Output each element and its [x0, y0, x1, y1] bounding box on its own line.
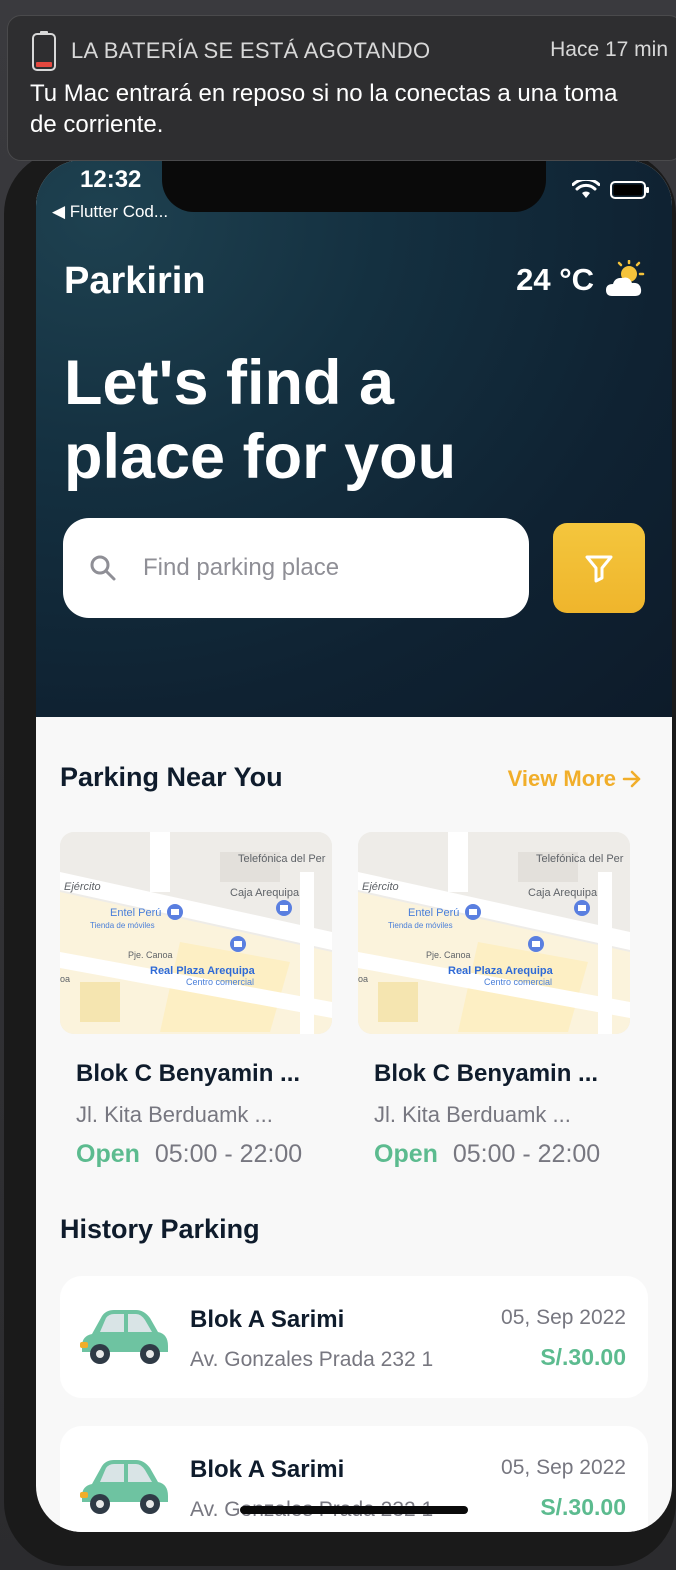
status-icons — [572, 180, 650, 200]
map-thumbnail: Telefónica del Per Ejército Caja Arequip… — [60, 832, 332, 1034]
map-label: Real Plaza Arequipa — [150, 965, 256, 977]
parking-name: Blok C Benyamin ... — [76, 1060, 301, 1087]
map-label: Telefónica del Per — [536, 853, 624, 865]
map-pin-icon — [528, 936, 544, 952]
battery-icon — [610, 181, 649, 199]
hero-header: 12:32 ◀ Flutter Cod... Parkirin 24 °C Le… — [36, 160, 672, 717]
notification-body: Tu Mac entrará en reposo si no la conect… — [30, 80, 618, 138]
map-label: Caja Arequipa — [528, 887, 598, 899]
map-label: Entel Perú — [408, 907, 459, 919]
app-title: Parkirin — [64, 260, 206, 302]
filter-button[interactable] — [553, 523, 645, 613]
history-name: Blok A Sarimi — [190, 1456, 345, 1483]
map-thumbnail: Telefónica del Per Ejército Caja Arequip… — [358, 832, 630, 1034]
car-icon — [80, 1460, 168, 1514]
map-label: oa — [358, 974, 368, 984]
map-label: Centro comercial — [186, 977, 254, 987]
map-pin-icon — [465, 904, 481, 920]
car-icon — [80, 1310, 168, 1364]
hours-text: 05:00 - 22:00 — [452, 1140, 601, 1168]
parking-address: Jl. Kita Berduamk ... — [374, 1102, 571, 1127]
low-battery-notification[interactable]: LA BATERÍA SE ESTÁ AGOTANDO Hace 17 min … — [7, 15, 676, 161]
parking-card[interactable]: Telefónica del Per Ejército Caja Arequip… — [60, 832, 332, 1169]
view-more-label: View More — [507, 766, 616, 791]
history-parking-title: History Parking — [60, 1214, 260, 1244]
battery-low-icon — [32, 31, 56, 71]
weather-widget: 24 °C — [516, 260, 646, 300]
history-row[interactable]: Blok A Sarimi Av. Gonzales Prada 232 1 0… — [60, 1276, 648, 1398]
map-label: Real Plaza Arequipa — [448, 965, 554, 977]
notification-time: Hace 17 min — [550, 38, 668, 61]
phone-notch — [162, 160, 546, 212]
history-price: S/.30.00 — [540, 1344, 626, 1370]
history-date: 05, Sep 2022 — [501, 1306, 626, 1329]
phone-screen: 12:32 ◀ Flutter Cod... Parkirin 24 °C Le… — [36, 160, 672, 1532]
map-pin-icon — [276, 900, 292, 916]
parking-map-thumbnail: Telefónica del Per Ejército Caja Arequip… — [60, 832, 332, 1034]
view-more-link[interactable]: View More — [508, 766, 642, 792]
map-label: Tienda de móviles — [90, 921, 155, 930]
history-date: 05, Sep 2022 — [501, 1456, 626, 1479]
map-label: Ejército — [362, 881, 399, 893]
map-pin-icon — [167, 904, 183, 920]
search-input[interactable]: Find parking place — [63, 518, 529, 618]
map-label: Tienda de móviles — [388, 921, 453, 930]
hours-text: 05:00 - 22:00 — [154, 1140, 303, 1168]
search-icon — [90, 555, 116, 581]
wifi-icon — [572, 180, 600, 198]
back-to-app-link[interactable]: ◀ Flutter Cod... — [52, 202, 168, 222]
notification-title: LA BATERÍA SE ESTÁ AGOTANDO — [71, 38, 431, 63]
history-row[interactable]: Blok A Sarimi Av. Gonzales Prada 232 1 0… — [60, 1426, 648, 1532]
map-label: oa — [60, 974, 70, 984]
parking-hours: Open 05:00 - 22:00 — [374, 1140, 630, 1169]
parking-card[interactable]: Telefónica del Per Ejército Caja Arequip… — [358, 832, 630, 1169]
filter-icon — [585, 555, 613, 583]
status-time: 12:32 — [80, 166, 142, 193]
map-label: Telefónica del Per — [238, 853, 326, 865]
map-label: Entel Perú — [110, 907, 161, 919]
arrow-right-icon — [622, 770, 641, 788]
history-address: Av. Gonzales Prada 232 1 — [190, 1348, 434, 1371]
parking-name: Blok C Benyamin ... — [374, 1060, 599, 1087]
history-name: Blok A Sarimi — [190, 1306, 345, 1333]
map-label: Pje. Canoa — [128, 950, 173, 960]
parking-map-thumbnail: Telefónica del Per Ejército Caja Arequip… — [358, 832, 630, 1034]
map-label: Caja Arequipa — [230, 887, 300, 899]
map-pin-icon — [230, 936, 246, 952]
search-placeholder: Find parking place — [143, 554, 340, 581]
parking-near-title: Parking Near You — [60, 762, 283, 792]
open-status: Open — [76, 1140, 140, 1168]
map-label: Centro comercial — [484, 977, 552, 987]
map-label: Pje. Canoa — [426, 950, 471, 960]
home-indicator[interactable] — [240, 1506, 468, 1514]
temperature: 24 °C — [516, 262, 594, 297]
map-label: Ejército — [64, 881, 101, 893]
partly-sunny-icon — [606, 260, 645, 296]
headline: Let's find a place for you — [64, 348, 457, 492]
parking-hours: Open 05:00 - 22:00 — [76, 1140, 332, 1169]
parking-address: Jl. Kita Berduamk ... — [76, 1102, 273, 1127]
open-status: Open — [374, 1140, 438, 1168]
map-pin-icon — [574, 900, 590, 916]
history-price: S/.30.00 — [540, 1494, 626, 1520]
